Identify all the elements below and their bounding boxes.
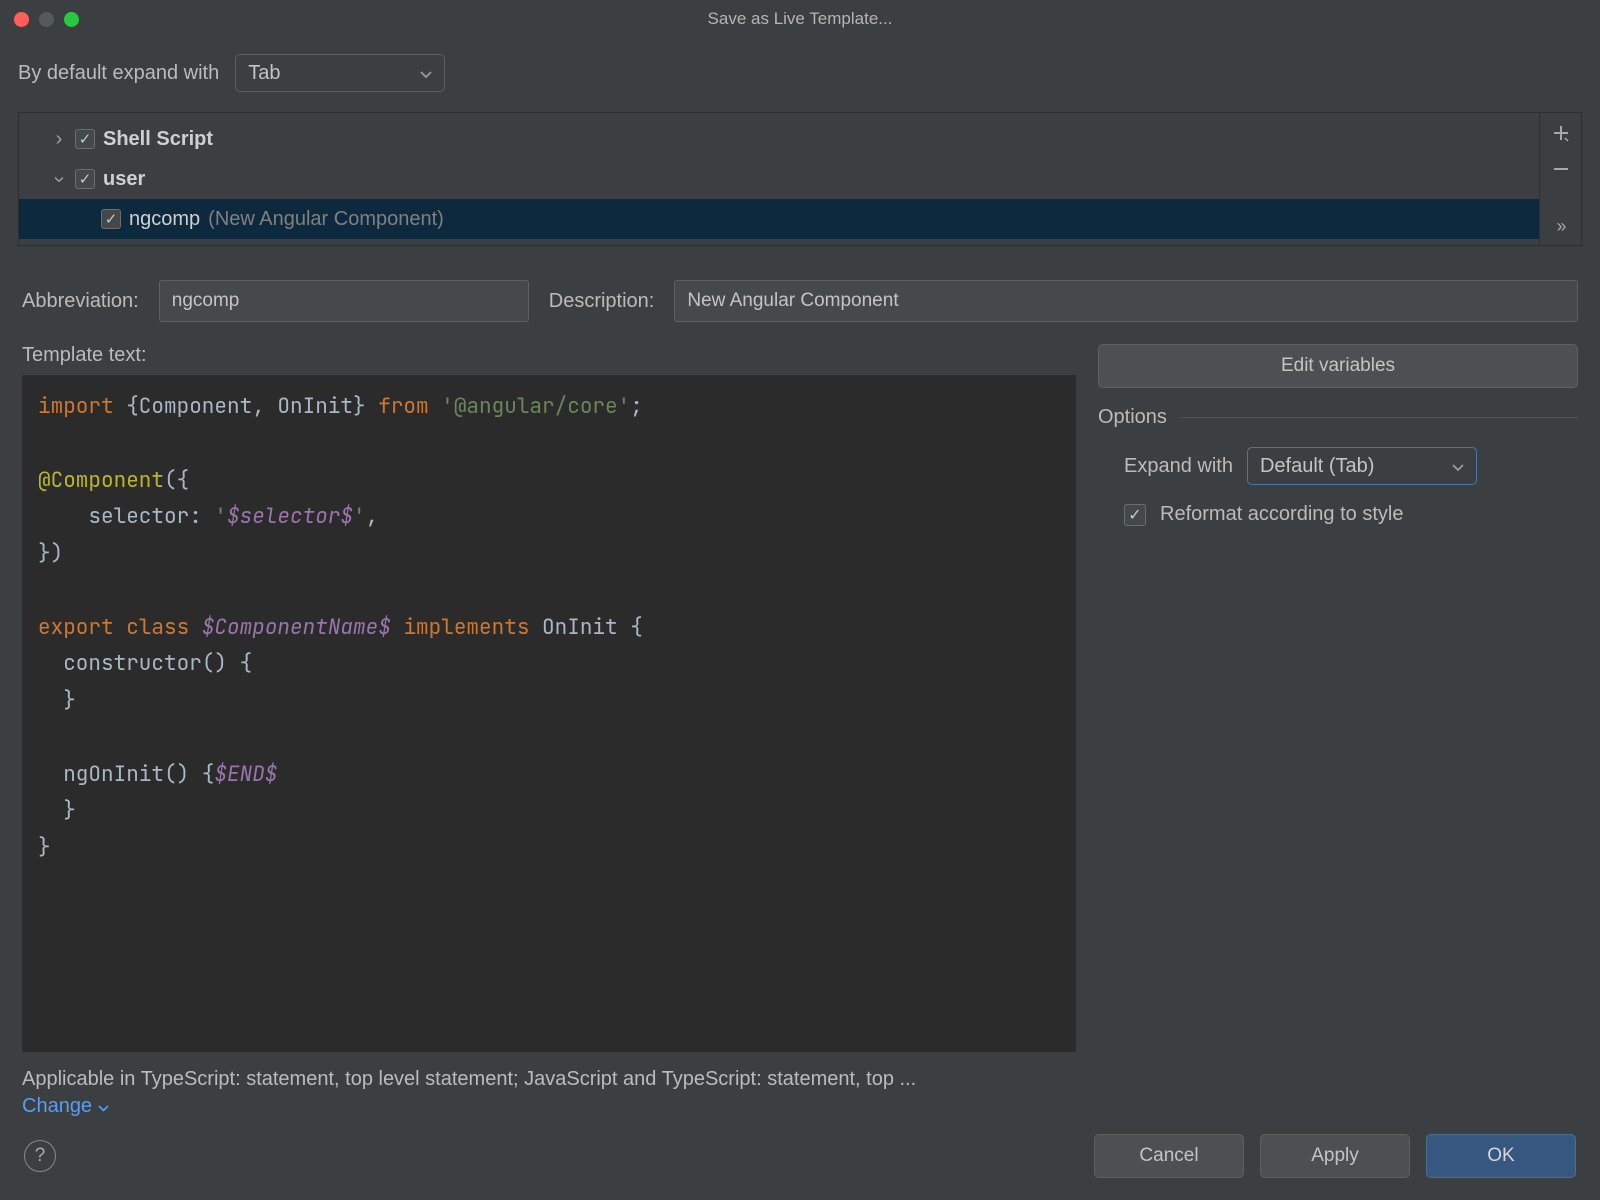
chevron-down-icon — [1452, 455, 1464, 478]
template-group-tree: › ✓ Shell Script › ✓ user ✓ ngcomp (New … — [18, 112, 1582, 246]
titlebar: Save as Live Template... — [0, 0, 1600, 38]
help-icon[interactable]: ? — [24, 1140, 56, 1172]
reformat-row: ✓ Reformat according to style — [1098, 503, 1578, 526]
description-input[interactable] — [674, 280, 1578, 322]
expand-default-value: Tab — [248, 62, 280, 85]
window-controls — [14, 12, 79, 27]
expand-with-label: Expand with — [1124, 455, 1233, 478]
expand-with-value: Default (Tab) — [1260, 455, 1375, 478]
tree-item-ngcomp[interactable]: ✓ ngcomp (New Angular Component) — [19, 199, 1539, 239]
minimize-window-icon[interactable] — [39, 12, 54, 27]
chevron-right-icon: › — [51, 128, 67, 151]
tree-item-description: (New Angular Component) — [208, 208, 444, 231]
checkbox-checked-icon[interactable]: ✓ — [75, 169, 95, 189]
dialog-footer: ? Cancel Apply OK — [0, 1118, 1600, 1200]
reformat-checkbox[interactable]: ✓ — [1124, 504, 1146, 526]
expand-default-label: By default expand with — [18, 62, 219, 85]
expand-with-select[interactable]: Default (Tab) — [1247, 447, 1477, 485]
remove-icon[interactable] — [1551, 159, 1571, 183]
template-text-editor[interactable]: import {Component, OnInit} from '@angula… — [22, 375, 1076, 1052]
tree-group-label: Shell Script — [103, 128, 213, 151]
add-icon[interactable] — [1551, 123, 1571, 147]
expand-with-row: Expand with Default (Tab) — [1098, 447, 1578, 485]
abbreviation-input[interactable] — [159, 280, 529, 322]
template-text-label: Template text: — [22, 344, 1076, 367]
main-area: Template text: import {Component, OnInit… — [0, 332, 1600, 1118]
zoom-window-icon[interactable] — [64, 12, 79, 27]
close-window-icon[interactable] — [14, 12, 29, 27]
description-label: Description: — [549, 290, 655, 313]
options-panel: Edit variables Options Expand with Defau… — [1098, 344, 1578, 1118]
tree-group-user[interactable]: › ✓ user — [19, 159, 1539, 199]
cancel-button[interactable]: Cancel — [1094, 1134, 1244, 1178]
template-panel: Template text: import {Component, OnInit… — [22, 344, 1076, 1118]
window-title: Save as Live Template... — [0, 9, 1600, 29]
options-heading: Options — [1098, 406, 1578, 429]
abbreviation-label: Abbreviation: — [22, 290, 139, 313]
tree-toolbar: ›› — [1539, 113, 1581, 245]
more-icon[interactable]: ›› — [1557, 217, 1565, 245]
change-contexts-link[interactable]: Change — [22, 1095, 1076, 1118]
checkbox-checked-icon[interactable]: ✓ — [101, 209, 121, 229]
applicable-contexts: Applicable in TypeScript: statement, top… — [22, 1052, 1076, 1095]
dialog-window: Save as Live Template... By default expa… — [0, 0, 1600, 1200]
name-row: Abbreviation: Description: — [0, 246, 1600, 332]
tree-group-shell-script[interactable]: › ✓ Shell Script — [19, 119, 1539, 159]
apply-button[interactable]: Apply — [1260, 1134, 1410, 1178]
chevron-down-icon — [420, 62, 432, 85]
expand-default-row: By default expand with Tab — [0, 38, 1600, 106]
options-heading-text: Options — [1098, 406, 1167, 429]
expand-default-select[interactable]: Tab — [235, 54, 445, 92]
tree-group-label: user — [103, 168, 145, 191]
tree-body: › ✓ Shell Script › ✓ user ✓ ngcomp (New … — [19, 113, 1539, 245]
chevron-down-icon: › — [48, 171, 71, 187]
chevron-down-icon — [98, 1095, 109, 1118]
checkbox-checked-icon[interactable]: ✓ — [75, 129, 95, 149]
edit-variables-button[interactable]: Edit variables — [1098, 344, 1578, 388]
change-link-text: Change — [22, 1095, 92, 1118]
ok-button[interactable]: OK — [1426, 1134, 1576, 1178]
divider — [1181, 417, 1578, 418]
reformat-label: Reformat according to style — [1160, 503, 1403, 526]
tree-item-name: ngcomp — [129, 208, 200, 231]
